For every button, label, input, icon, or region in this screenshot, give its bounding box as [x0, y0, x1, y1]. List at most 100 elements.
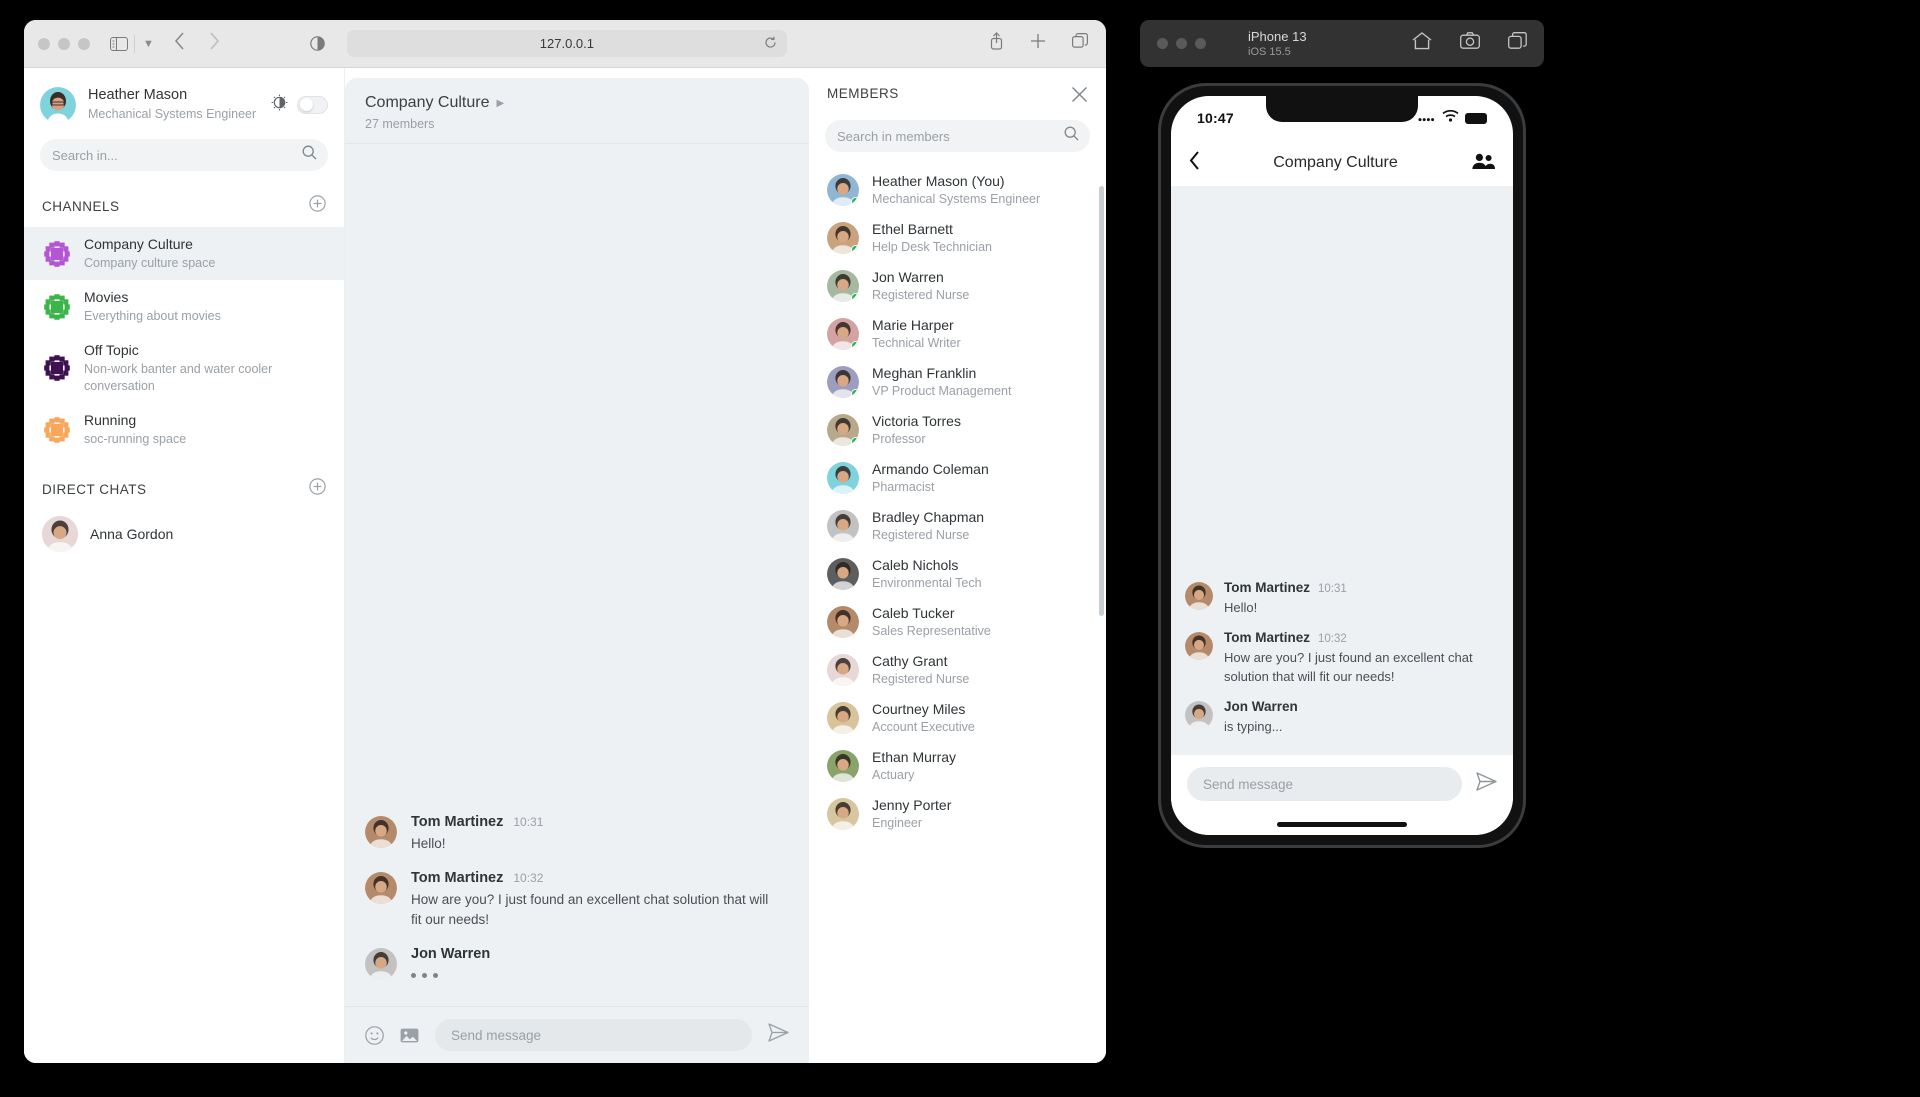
- members-icon[interactable]: [1471, 152, 1495, 175]
- back-arrow-icon[interactable]: [1189, 150, 1200, 176]
- phone-message-item: Tom Martinez 10:32 How are you? I just fou…: [1185, 630, 1499, 686]
- screen: ▼ 127.0.0.1 Heather Mason Mechanical Sys…: [0, 0, 1920, 1097]
- message-list: Tom Martinez 10:31 Hello! Tom Martinez 10:32…: [345, 144, 809, 1006]
- sidebar-item-movies[interactable]: Movies Everything about movies: [24, 280, 344, 333]
- forward-arrow-icon[interactable]: [209, 32, 220, 55]
- member-row[interactable]: Meghan Franklin VP Product Management: [809, 358, 1106, 406]
- member-row[interactable]: Victoria Torres Professor: [809, 406, 1106, 454]
- maximize-window-button[interactable]: [78, 37, 90, 50]
- message-header: Tom Martinez 10:32: [411, 870, 789, 886]
- members-search-box[interactable]: [825, 120, 1090, 152]
- member-row[interactable]: Ethan Murray Actuary: [809, 742, 1106, 790]
- close-simulator-button[interactable]: [1157, 38, 1168, 49]
- members-scrollbar[interactable]: [1099, 186, 1104, 616]
- window-traffic-lights[interactable]: [38, 37, 90, 50]
- current-user-row[interactable]: Heather Mason Mechanical Systems Enginee…: [24, 68, 344, 135]
- nav-arrows[interactable]: [174, 32, 220, 55]
- reader-icon[interactable]: [310, 36, 325, 51]
- member-row[interactable]: Caleb Nichols Environmental Tech: [809, 550, 1106, 598]
- simulator-actions[interactable]: [1412, 32, 1527, 55]
- browser-toolbar: ▼ 127.0.0.1: [24, 20, 1106, 68]
- minimize-simulator-button[interactable]: [1176, 38, 1187, 49]
- chat-title-row[interactable]: Company Culture ▶: [365, 94, 789, 112]
- phone-message-header: Tom Martinez 10:31: [1224, 580, 1347, 595]
- screenshot-icon[interactable]: [1460, 32, 1480, 55]
- search-box[interactable]: [40, 139, 328, 171]
- home-icon[interactable]: [1412, 32, 1432, 55]
- send-icon[interactable]: [768, 1023, 789, 1047]
- emoji-icon[interactable]: [365, 1025, 384, 1045]
- sidebar-item-off-topic[interactable]: Off Topic Non-work banter and water coole…: [24, 333, 344, 403]
- member-name: Cathy Grant: [872, 653, 948, 669]
- theme-icon[interactable]: [271, 94, 288, 116]
- member-name: Meghan Franklin: [872, 365, 977, 381]
- phone-composer: [1171, 755, 1513, 813]
- member-row[interactable]: Cathy Grant Registered Nurse: [809, 646, 1106, 694]
- phone-message-input[interactable]: [1203, 776, 1446, 792]
- theme-toggle[interactable]: [297, 95, 328, 114]
- message-input-wrap[interactable]: [435, 1019, 752, 1051]
- address-bar[interactable]: 127.0.0.1: [346, 30, 787, 57]
- sidebar-search-wrap: [24, 135, 344, 181]
- simulator-os-version: iOS 15.5: [1248, 45, 1291, 58]
- member-row[interactable]: Bradley Chapman Registered Nurse: [809, 502, 1106, 550]
- channel-description: soc-running space: [84, 432, 187, 446]
- online-status-dot: [851, 341, 859, 350]
- message-time: 10:32: [513, 871, 544, 885]
- phone-message-body: Tom Martinez 10:31 Hello!: [1224, 580, 1347, 617]
- toolbar-actions[interactable]: [989, 32, 1092, 55]
- member-row[interactable]: Jenny Porter Engineer: [809, 790, 1106, 838]
- app-body: Heather Mason Mechanical Systems Enginee…: [24, 68, 1106, 1063]
- send-icon[interactable]: [1476, 772, 1497, 796]
- simulator-traffic-lights[interactable]: [1157, 38, 1206, 49]
- close-icon[interactable]: [1071, 86, 1088, 108]
- members-search-input[interactable]: [837, 128, 1078, 144]
- chevron-right-icon[interactable]: ▶: [497, 98, 505, 109]
- sidebar-icon[interactable]: [110, 36, 128, 51]
- message-input[interactable]: [451, 1027, 736, 1043]
- members-panel: MEMBERS Heather Mason (You) Mechanical Sy…: [809, 68, 1106, 1063]
- back-arrow-icon[interactable]: [174, 32, 185, 55]
- member-role: Account Executive: [872, 720, 975, 734]
- member-row[interactable]: Courtney Miles Account Executive: [809, 694, 1106, 742]
- sidebar-item-company-culture[interactable]: Company Culture Company culture space: [24, 227, 344, 280]
- search-input[interactable]: [52, 147, 316, 163]
- record-icon[interactable]: [1508, 32, 1527, 55]
- plus-icon[interactable]: [1030, 33, 1046, 54]
- member-row[interactable]: Ethel Barnett Help Desk Technician: [809, 214, 1106, 262]
- minimize-window-button[interactable]: [58, 37, 70, 50]
- avatar: [1185, 582, 1213, 610]
- image-attach-icon[interactable]: [400, 1027, 419, 1044]
- direct-chat-item[interactable]: Anna Gordon: [24, 510, 344, 558]
- tabs-icon[interactable]: [1072, 33, 1088, 54]
- reload-icon[interactable]: [764, 36, 777, 52]
- share-icon[interactable]: [989, 32, 1004, 55]
- channel-description: Everything about movies: [84, 309, 221, 323]
- add-direct-chat-button[interactable]: [309, 478, 326, 500]
- sidebar-user-actions[interactable]: [271, 94, 328, 116]
- current-user-name: Heather Mason: [88, 87, 188, 103]
- avatar: [827, 462, 859, 494]
- phone-frame: 10:47 Company Culture Tom Martinez 10:31…: [1158, 83, 1526, 848]
- close-window-button[interactable]: [38, 37, 50, 50]
- phone-message-input-wrap[interactable]: [1187, 767, 1462, 801]
- search-icon[interactable]: [302, 145, 317, 165]
- member-role: Pharmacist: [872, 480, 935, 494]
- member-row[interactable]: Jon Warren Registered Nurse: [809, 262, 1106, 310]
- channels-header-label: CHANNELS: [42, 198, 120, 214]
- chevron-down-icon[interactable]: ▼: [143, 38, 154, 50]
- phone-message-body: Jon Warren is typing...: [1224, 699, 1298, 736]
- sidebar-item-running[interactable]: Running soc-running space: [24, 403, 344, 456]
- simulator: iPhone 13 iOS 15.5 10:47 Company Culture…: [1140, 20, 1544, 848]
- avatar: [827, 270, 859, 302]
- add-channel-button[interactable]: [309, 195, 326, 217]
- current-user-info: Heather Mason Mechanical Systems Enginee…: [88, 86, 271, 123]
- message-header: Jon Warren: [411, 946, 789, 962]
- member-row[interactable]: Heather Mason (You) Mechanical Systems En…: [809, 166, 1106, 214]
- maximize-simulator-button[interactable]: [1195, 38, 1206, 49]
- member-row[interactable]: Armando Coleman Pharmacist: [809, 454, 1106, 502]
- member-row[interactable]: Marie Harper Technical Writer: [809, 310, 1106, 358]
- member-row[interactable]: Caleb Tucker Sales Representative: [809, 598, 1106, 646]
- search-icon[interactable]: [1064, 126, 1079, 146]
- simulator-device-info: iPhone 13 iOS 15.5: [1248, 29, 1307, 59]
